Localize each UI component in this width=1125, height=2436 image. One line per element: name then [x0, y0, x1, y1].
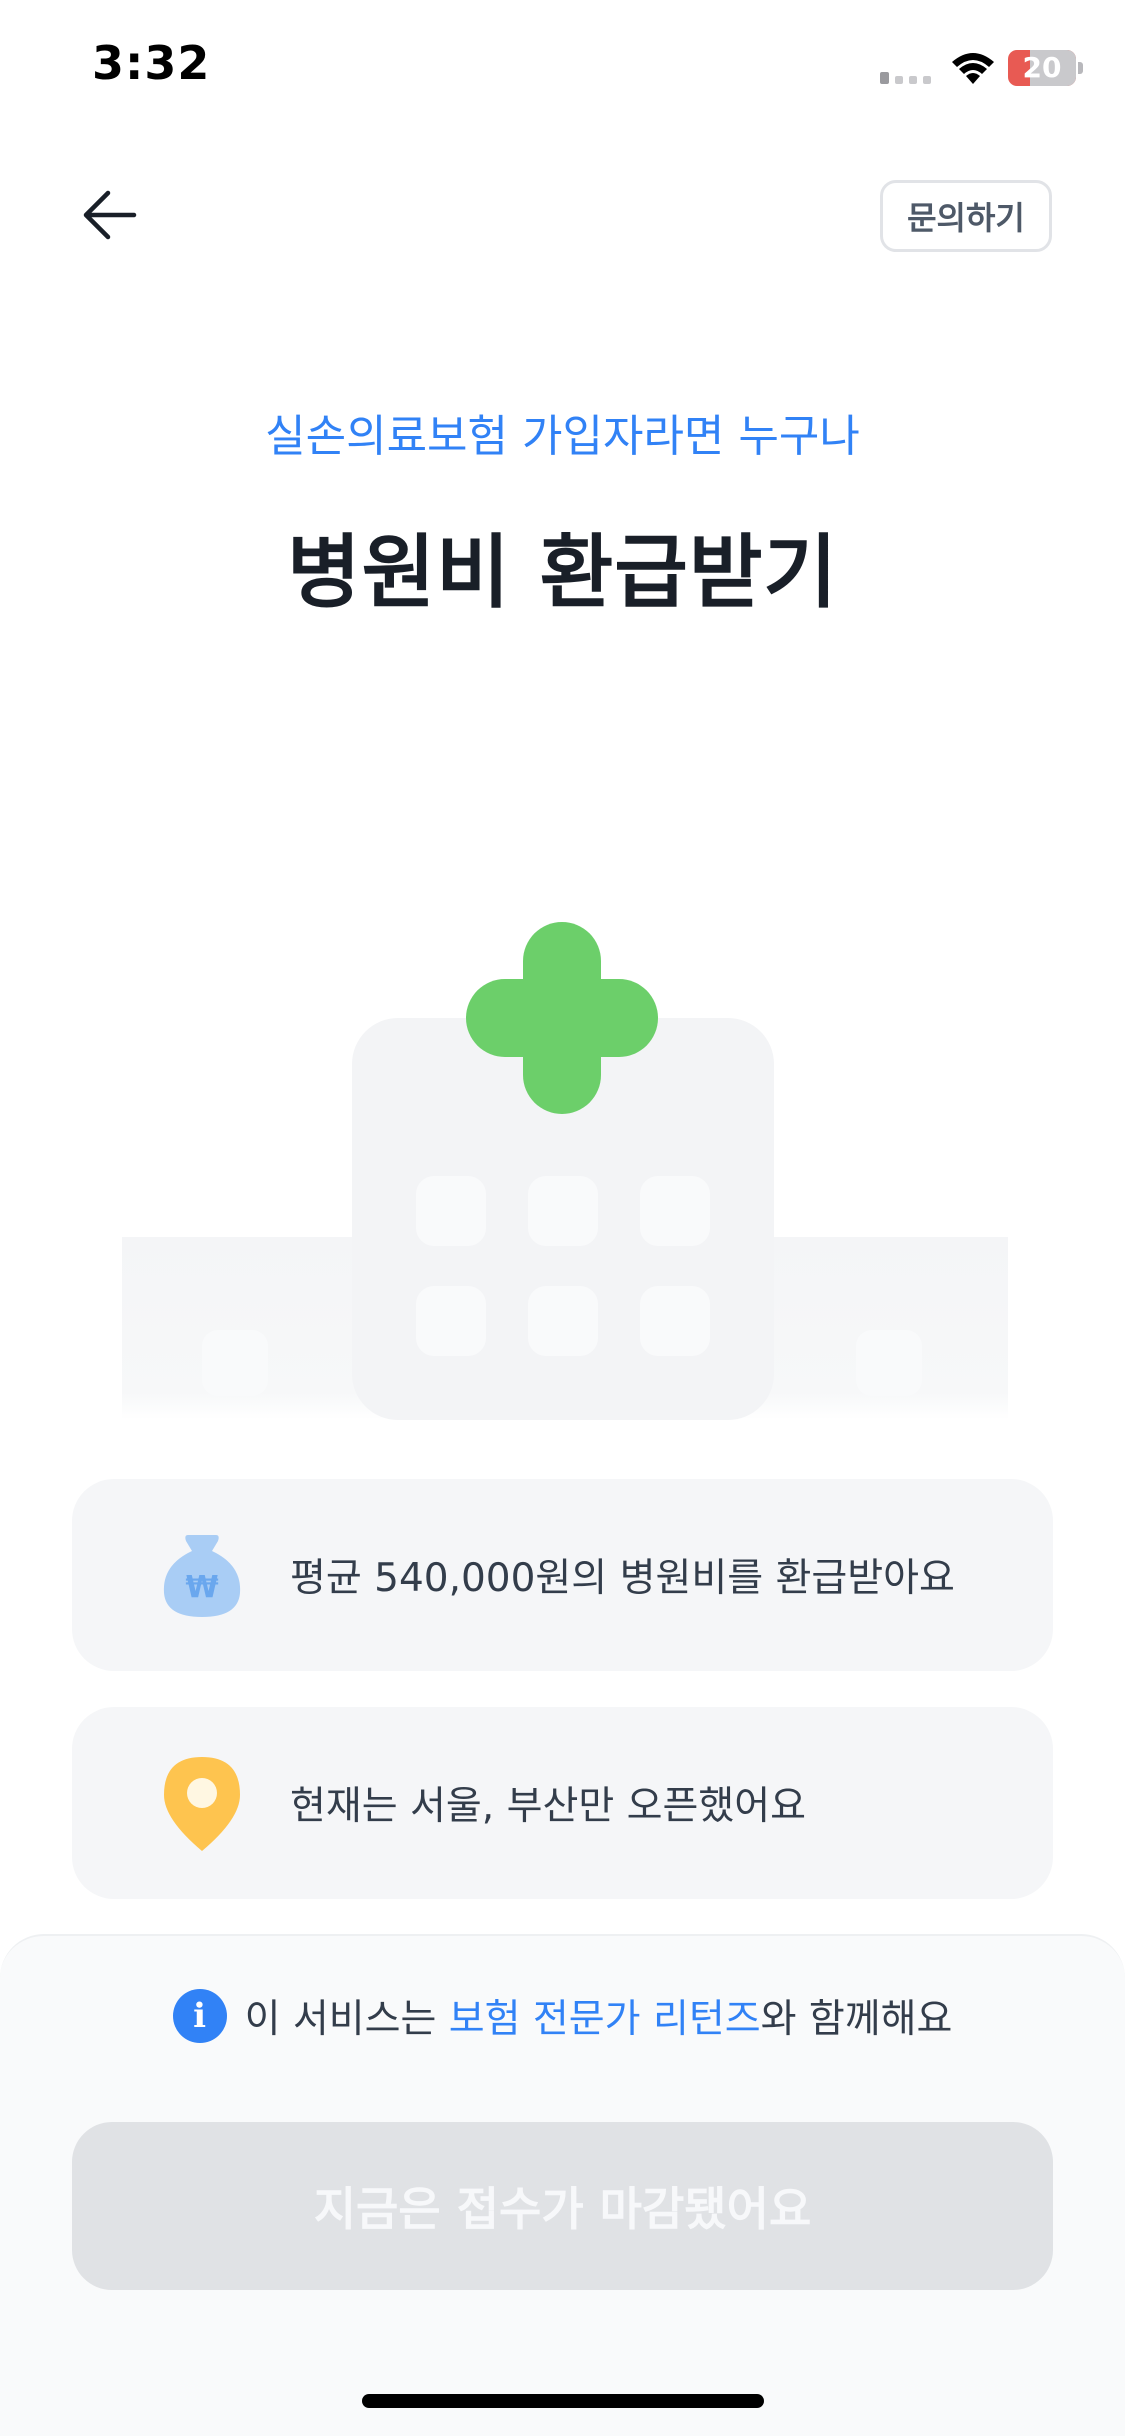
application-closed-button[interactable]: 지금은 접수가 마감됐어요	[72, 2122, 1053, 2290]
notice-partner-link[interactable]: 보험 전문가 리턴즈	[449, 1988, 761, 2044]
hospital-illustration	[122, 922, 1008, 1420]
home-indicator	[362, 2394, 764, 2408]
notice-suffix: 와 함께해요	[760, 1997, 953, 2042]
location-pin-icon	[164, 1757, 240, 1851]
partner-notice: i 이 서비스는 보험 전문가 리턴즈 와 함께해요	[0, 1936, 1125, 2096]
inquiry-button[interactable]: 문의하기	[880, 180, 1052, 252]
battery-level: 20	[1022, 51, 1062, 84]
battery-icon: 20	[1008, 50, 1076, 86]
back-button[interactable]	[74, 180, 144, 250]
info-card-text: 평균 540,000원의 병원비를 환급받아요	[290, 1556, 955, 1601]
info-card-text: 현재는 서울, 부산만 오픈했어요	[290, 1784, 807, 1829]
info-card-refund-average: ₩ 평균 540,000원의 병원비를 환급받아요	[72, 1479, 1053, 1671]
notice-prefix: 이 서비스는	[244, 1997, 449, 2042]
info-card-service-region: 현재는 서울, 부산만 오픈했어요	[72, 1707, 1053, 1899]
wifi-icon	[952, 53, 994, 84]
bottom-sheet: i 이 서비스는 보험 전문가 리턴즈 와 함께해요 지금은 접수가 마감됐어요	[0, 1934, 1125, 2436]
battery-cap	[1078, 62, 1083, 74]
cellular-signal-icon	[880, 72, 931, 84]
money-bag-icon: ₩	[163, 1535, 241, 1617]
status-bar: 3:32 20	[0, 0, 1125, 135]
info-icon: i	[172, 1989, 227, 2043]
arrow-left-icon	[83, 190, 137, 240]
page-subtitle: 실손의료보험 가입자라면 누구나	[265, 411, 860, 462]
page-title: 병원비 환급받기	[286, 526, 839, 619]
status-time: 3:32	[92, 36, 211, 90]
svg-text:₩: ₩	[185, 1570, 218, 1605]
